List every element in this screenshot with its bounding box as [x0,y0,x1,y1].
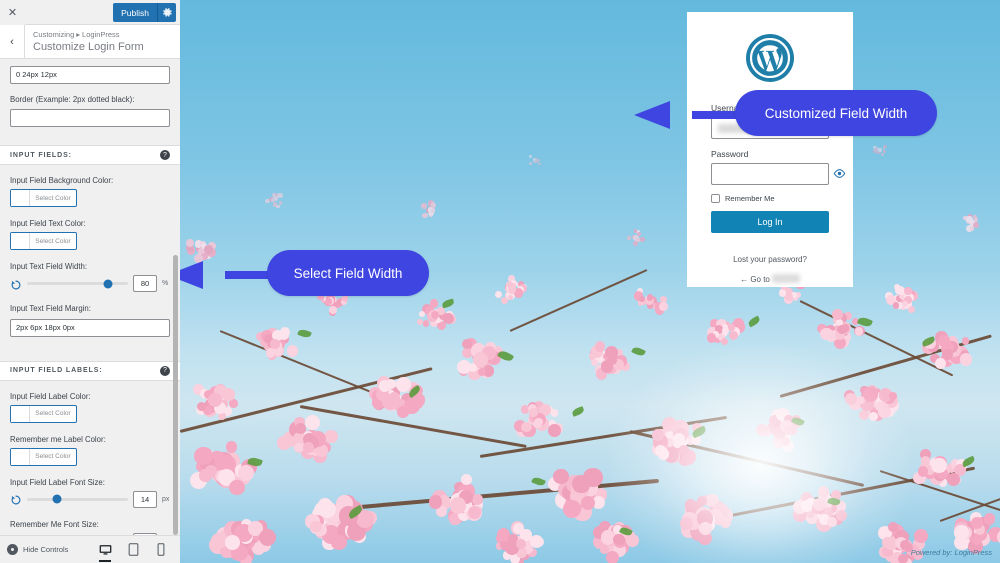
remember-font-size-label: Remember Me Font Size: [10,519,99,529]
form-border-input[interactable] [10,109,170,127]
publish-group: Publish [113,3,176,22]
color-swatch [11,405,30,422]
control-input-width: Input Text Field Width: % [0,261,180,292]
label-font-size-unit: px [162,495,170,503]
control-label-color: Input Field Label Color: Select Color [0,391,180,423]
help-icon[interactable]: ? [160,150,170,160]
label-font-size-label: Input Field Label Font Size: [10,477,105,487]
input-text-color-picker[interactable]: Select Color [10,232,77,250]
chevron-left-icon[interactable]: ‹ [0,24,25,59]
remember-label-color-label: Remember me Label Color: [10,434,106,444]
back-to-site-link[interactable]: ← Go to [711,274,829,284]
input-width-slider-track[interactable] [27,279,128,288]
control-remember-label-color: Remember me Label Color: Select Color [0,434,180,466]
label-font-size-value[interactable] [133,490,157,508]
close-icon[interactable]: ✕ [0,0,25,25]
breadcrumb-root[interactable]: Customizing [33,30,74,39]
input-width-value[interactable] [133,275,157,292]
breadcrumb-current[interactable]: LoginPress [82,30,120,39]
customizer-screen: Username or Email Address Password Remem… [0,0,1000,563]
lost-password-link[interactable]: Lost your password? [711,255,829,264]
remember-me-checkbox[interactable] [711,194,720,203]
reset-icon[interactable] [10,278,22,290]
hide-controls-button[interactable]: Hide Controls [0,544,68,555]
password-input[interactable] [711,163,829,185]
device-preview-group [98,541,180,562]
powered-by-label: Powered by: LoginPress [910,548,992,557]
control-form-border: Border (Example: 2px dotted black): [0,94,180,138]
panel-header: ‹ Customizing ▸ LoginPress Customize Login… [0,24,180,59]
arrow-to-width-slider [167,261,278,289]
callout-select-field-width-text: Select Field Width [293,265,403,281]
color-swatch [11,190,30,206]
controls-scroll-area[interactable]: Form Padding: Border (Example: 2px dotte… [0,60,180,535]
back-to-site-prefix: ← Go to [740,275,770,284]
input-text-color-picker-label: Select Color [35,237,71,245]
section-header-input-field-labels[interactable]: INPUT FIELD LABELS: ? [0,360,180,381]
label-color-picker-label: Select Color [35,410,71,417]
input-text-color-label: Input Field Text Color: [10,219,86,228]
form-padding-input[interactable] [10,65,170,84]
callout-customized-field-width-text: Customized Field Width [764,105,908,121]
customizer-sidebar: ✕ Publish ‹ Customizing ▸ LoginPress Custo… [0,0,180,563]
color-swatch [11,233,30,249]
log-in-button[interactable]: Log In [711,211,829,233]
breadcrumb-separator: ▸ [76,29,81,39]
reset-icon[interactable] [10,493,22,505]
sidebar-scrollbar-thumb[interactable] [173,255,178,535]
back-to-site-name [771,274,800,283]
control-input-text-color: Input Field Text Color: Select Color [0,218,180,250]
password-label: Password [711,149,749,159]
section-title-input-fields: INPUT FIELDS: [10,151,72,159]
label-color-label: Input Field Label Color: [10,391,91,401]
input-bg-color-picker[interactable]: Select Color [10,189,77,207]
label-font-size-slider-knob[interactable] [52,494,62,504]
callout-customized-field-width: Customized Field Width [735,90,937,136]
input-margin-label: Input Text Field Margin: [10,304,91,313]
control-input-bg-color: Input Field Background Color: Select Col… [0,175,180,207]
breadcrumb: Customizing ▸ LoginPress [33,30,144,40]
remember-label-color-picker-label: Select Color [35,453,71,460]
gear-icon[interactable] [157,3,176,22]
input-width-unit: % [162,280,169,287]
form-padding-label: Form Padding: [10,60,170,61]
control-input-margin: Input Text Field Margin: [0,303,180,347]
customizer-topbar: ✕ Publish [0,0,180,25]
label-font-size-slider-track[interactable] [27,494,128,504]
control-label-font-size: Input Field Label Font Size: px [0,477,180,508]
tablet-preview-icon[interactable] [126,541,140,559]
hide-controls-label: Hide Controls [23,545,69,554]
input-width-slider-row: % [10,275,170,292]
form-border-label: Border (Example: 2px dotted black): [10,94,135,104]
callout-select-field-width: Select Field Width [267,250,429,296]
input-width-label: Input Text Field Width: [10,262,87,271]
control-remember-font-size: Remember Me Font Size: px [0,519,180,535]
login-form: Username or Email Address Password Remem… [687,12,853,287]
publish-button[interactable]: Publish [113,3,157,22]
page-title: Customize Login Form [33,40,144,53]
input-bg-color-label: Input Field Background Color: [10,176,114,185]
help-icon[interactable]: ? [160,365,170,376]
remember-me-row[interactable]: Remember Me [711,194,829,203]
customizer-bottombar: Hide Controls [0,535,180,563]
remember-me-label: Remember Me [725,194,775,203]
wordpress-logo-icon[interactable] [746,34,794,82]
remember-label-color-picker[interactable]: Select Color [10,447,77,466]
mobile-preview-icon[interactable] [154,541,168,559]
input-width-slider-knob[interactable] [103,279,113,288]
color-swatch [11,448,30,465]
eye-icon[interactable] [831,165,847,181]
arrow-to-username-field [634,101,745,129]
collapse-icon [7,544,18,555]
label-font-size-slider-row: px [10,490,170,508]
input-bg-color-picker-label: Select Color [35,194,71,202]
control-form-padding: Form Padding: [0,60,180,94]
label-color-picker[interactable]: Select Color [10,404,77,423]
section-title-input-field-labels: INPUT FIELD LABELS: [10,367,103,374]
desktop-preview-icon[interactable] [98,541,112,562]
section-header-input-fields[interactable]: INPUT FIELDS: ? [0,145,180,165]
input-margin-input[interactable] [10,318,170,337]
